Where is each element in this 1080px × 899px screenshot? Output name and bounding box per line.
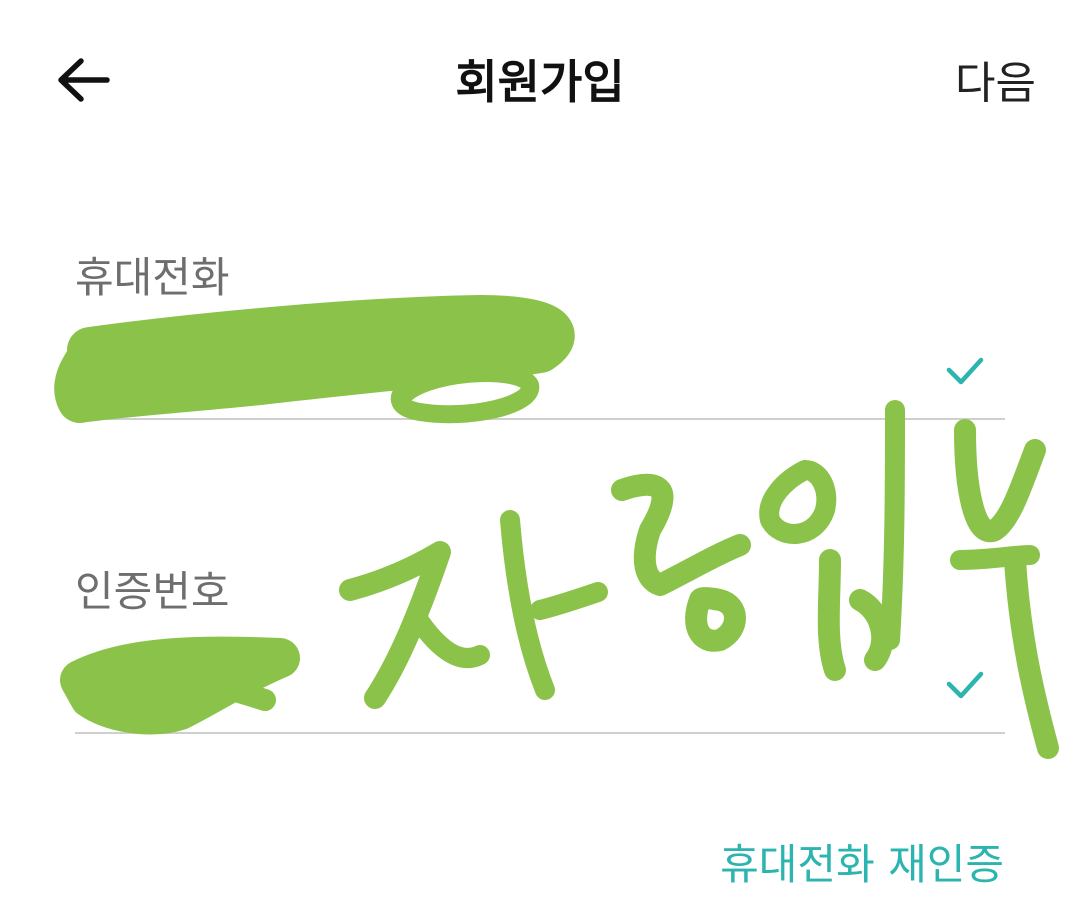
next-button[interactable]: 다음 [955,54,1036,114]
phone-reauth-link[interactable]: 휴대전화 재인증 [720,836,1004,894]
code-field[interactable] [75,656,1005,734]
phone-label: 휴대전화 [75,253,230,302]
check-icon [946,357,984,385]
page-title: 회원가입 [455,55,625,109]
top-app-bar: 회원가입 다음 [0,0,1080,160]
check-icon [946,671,984,699]
phone-field[interactable] [75,342,1005,420]
code-label: 인증번호 [75,567,230,616]
